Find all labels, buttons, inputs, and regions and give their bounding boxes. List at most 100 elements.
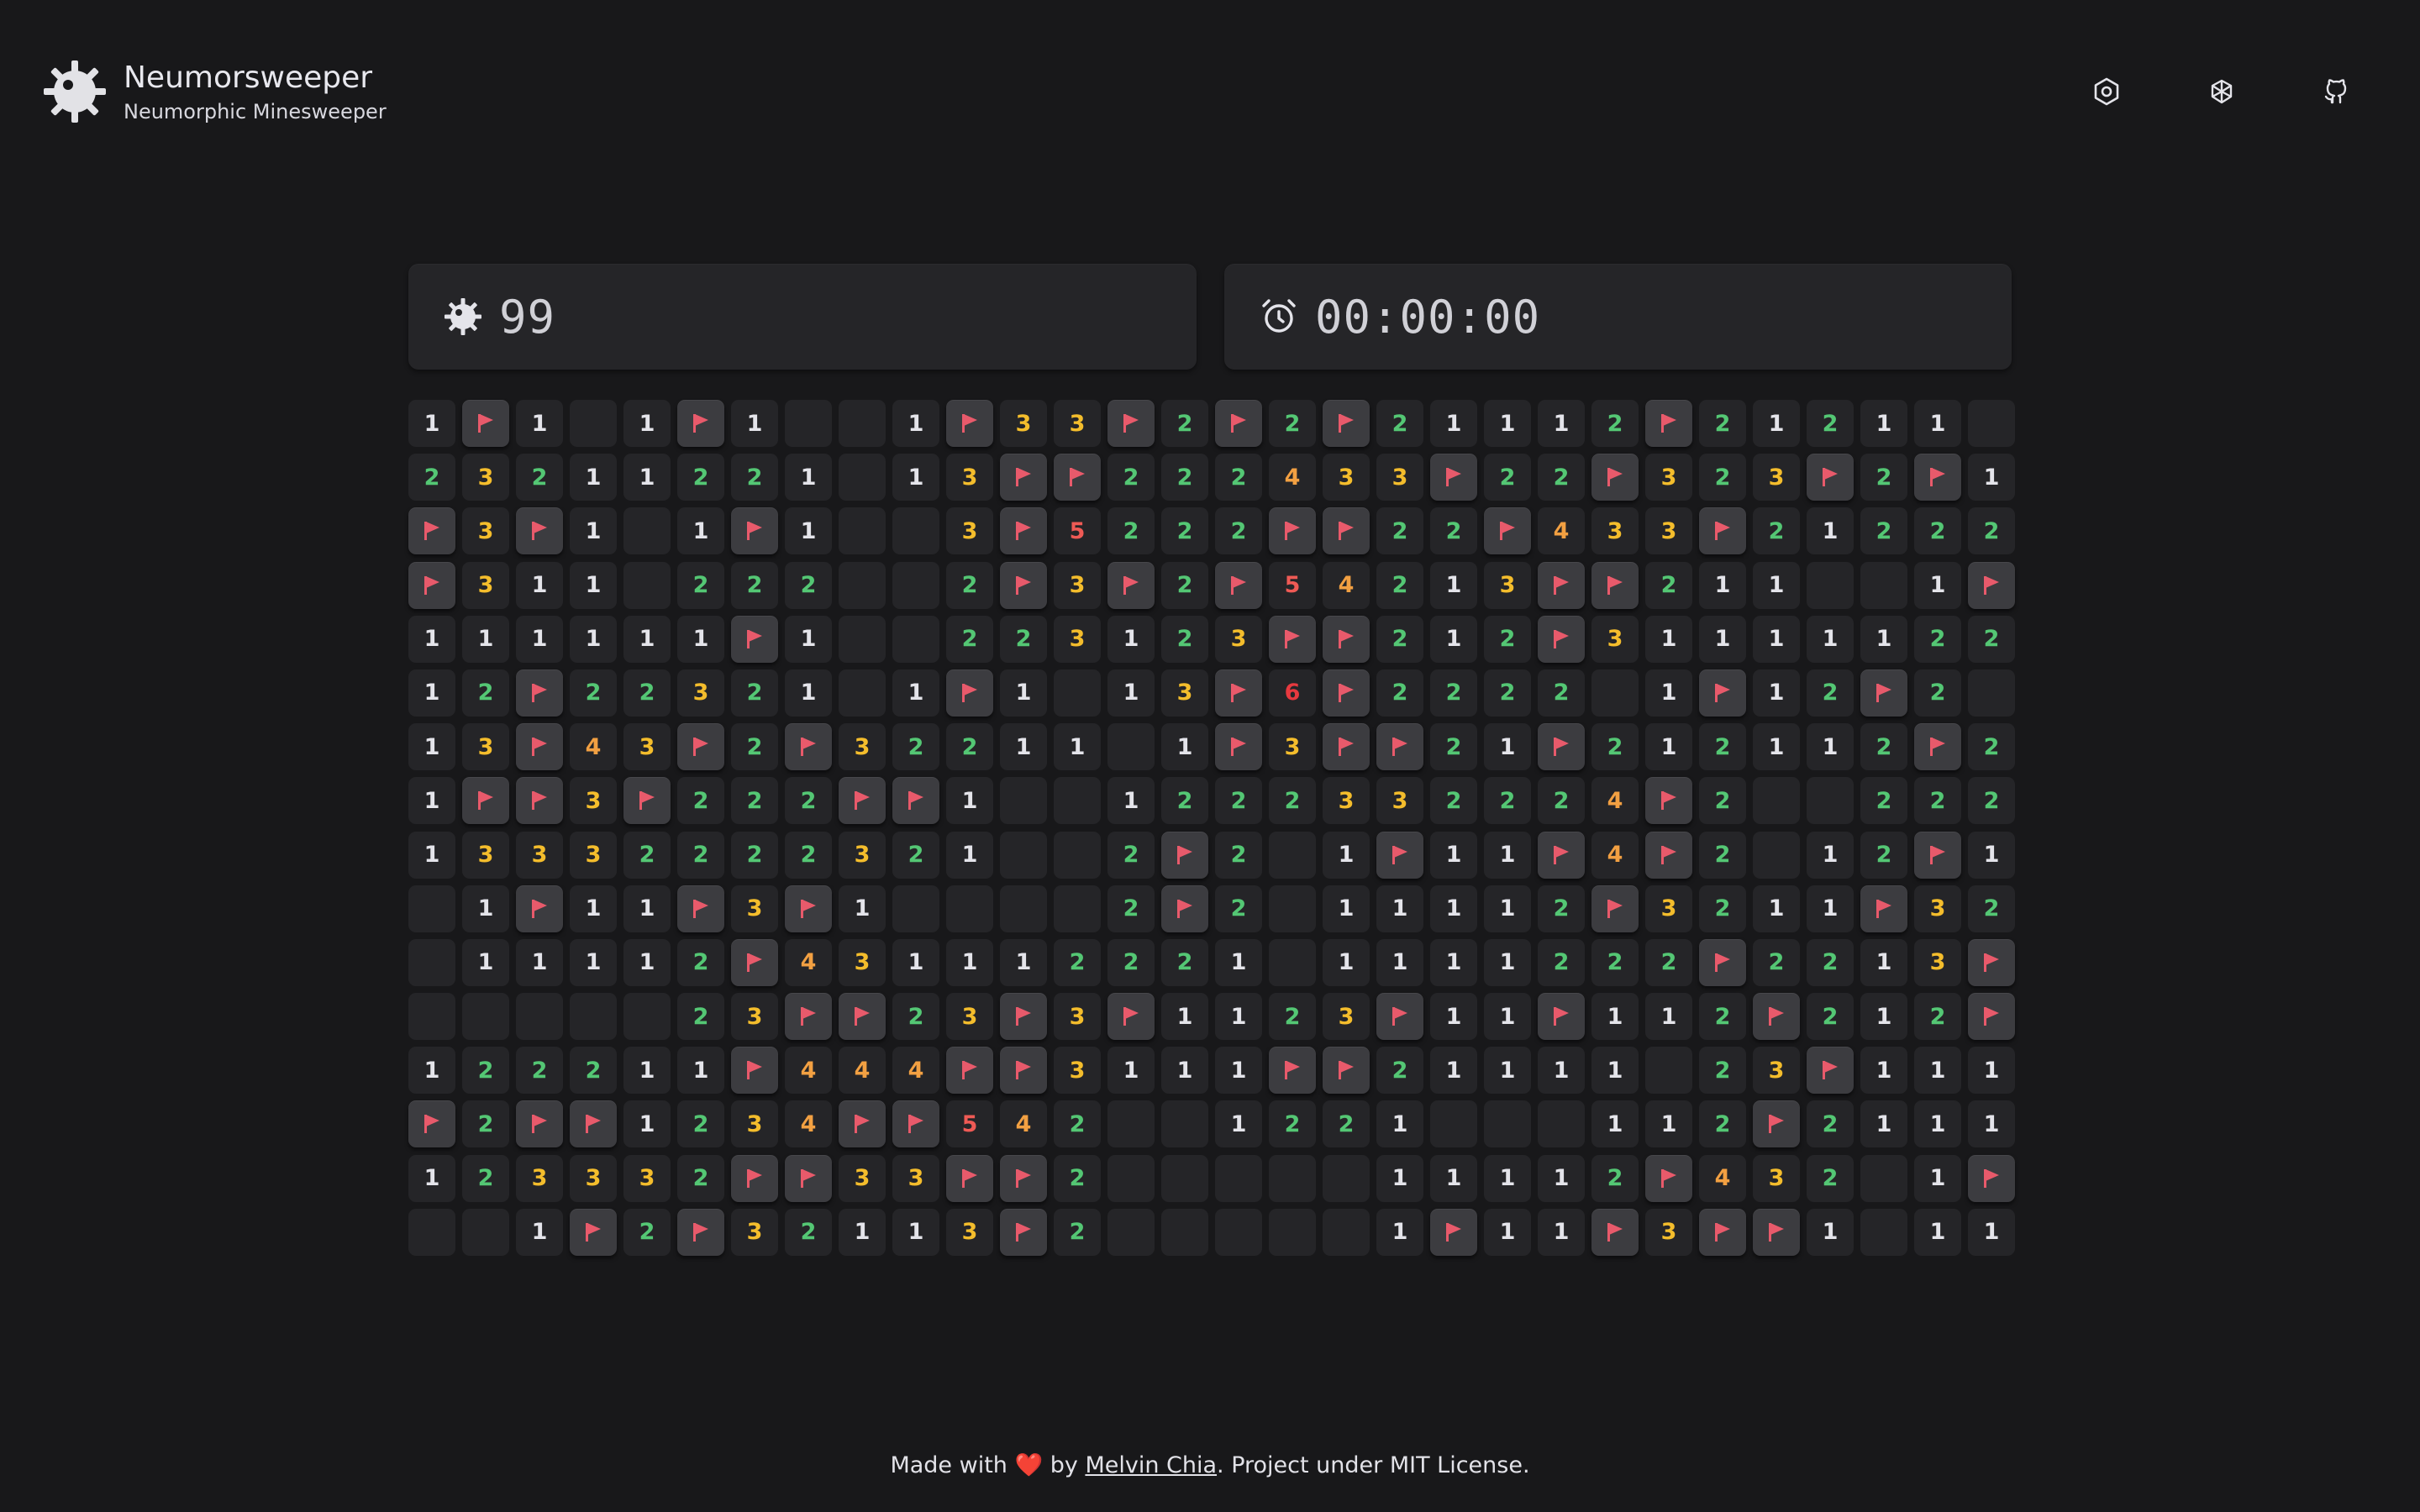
empty-cell[interactable] xyxy=(839,561,886,609)
number-cell[interactable]: 2 xyxy=(1699,1047,1746,1095)
number-cell[interactable]: 2 xyxy=(1699,777,1746,825)
number-cell[interactable]: 4 xyxy=(785,1100,832,1148)
number-cell[interactable]: 2 xyxy=(946,723,993,771)
flagged-cell[interactable] xyxy=(516,723,563,771)
number-cell[interactable]: 2 xyxy=(731,723,778,771)
flagged-cell[interactable] xyxy=(408,507,455,555)
empty-cell[interactable] xyxy=(1968,400,2015,447)
number-cell[interactable]: 1 xyxy=(1968,454,2015,501)
number-cell[interactable]: 2 xyxy=(1591,938,1639,986)
flagged-cell[interactable] xyxy=(1376,993,1423,1041)
number-cell[interactable]: 3 xyxy=(570,831,617,879)
number-cell[interactable]: 1 xyxy=(1430,400,1477,447)
flagged-cell[interactable] xyxy=(570,1100,617,1148)
number-cell[interactable]: 2 xyxy=(1968,885,2015,932)
number-cell[interactable]: 3 xyxy=(731,993,778,1041)
number-cell[interactable]: 1 xyxy=(1968,1047,2015,1095)
number-cell[interactable]: 2 xyxy=(1860,831,1907,879)
number-cell[interactable]: 1 xyxy=(408,1154,455,1202)
number-cell[interactable]: 3 xyxy=(1753,1047,1800,1095)
number-cell[interactable]: 1 xyxy=(677,615,724,663)
flagged-cell[interactable] xyxy=(946,1047,993,1095)
number-cell[interactable]: 2 xyxy=(623,831,671,879)
empty-cell[interactable] xyxy=(1000,831,1047,879)
number-cell[interactable]: 2 xyxy=(677,831,724,879)
number-cell[interactable]: 4 xyxy=(839,1047,886,1095)
number-cell[interactable]: 2 xyxy=(1107,938,1155,986)
empty-cell[interactable] xyxy=(785,400,832,447)
number-cell[interactable]: 1 xyxy=(516,561,563,609)
number-cell[interactable]: 3 xyxy=(462,507,509,555)
number-cell[interactable]: 1 xyxy=(570,615,617,663)
number-cell[interactable]: 1 xyxy=(1645,723,1692,771)
number-cell[interactable]: 1 xyxy=(946,831,993,879)
flagged-cell[interactable] xyxy=(1269,507,1316,555)
number-cell[interactable]: 3 xyxy=(731,1208,778,1256)
flagged-cell[interactable] xyxy=(1000,1208,1047,1256)
number-cell[interactable]: 2 xyxy=(1914,669,1961,717)
number-cell[interactable]: 2 xyxy=(677,1100,724,1148)
empty-cell[interactable] xyxy=(1269,831,1316,879)
number-cell[interactable]: 1 xyxy=(1161,993,1208,1041)
number-cell[interactable]: 2 xyxy=(1054,938,1101,986)
number-cell[interactable]: 1 xyxy=(1484,1047,1531,1095)
flagged-cell[interactable] xyxy=(1376,723,1423,771)
flagged-cell[interactable] xyxy=(1215,669,1262,717)
flagged-cell[interactable] xyxy=(1323,615,1370,663)
number-cell[interactable]: 3 xyxy=(1376,777,1423,825)
number-cell[interactable]: 3 xyxy=(1000,400,1047,447)
number-cell[interactable]: 4 xyxy=(1699,1154,1746,1202)
empty-cell[interactable] xyxy=(1430,1100,1477,1148)
number-cell[interactable]: 4 xyxy=(785,938,832,986)
flagged-cell[interactable] xyxy=(946,669,993,717)
number-cell[interactable]: 1 xyxy=(1430,615,1477,663)
flagged-cell[interactable] xyxy=(1323,400,1370,447)
number-cell[interactable]: 3 xyxy=(946,993,993,1041)
number-cell[interactable]: 1 xyxy=(1753,669,1800,717)
number-cell[interactable]: 2 xyxy=(1161,777,1208,825)
number-cell[interactable]: 1 xyxy=(1645,615,1692,663)
empty-cell[interactable] xyxy=(462,993,509,1041)
number-cell[interactable]: 1 xyxy=(408,723,455,771)
number-cell[interactable]: 1 xyxy=(623,938,671,986)
number-cell[interactable]: 1 xyxy=(1430,1047,1477,1095)
number-cell[interactable]: 1 xyxy=(1161,723,1208,771)
empty-cell[interactable] xyxy=(1107,1154,1155,1202)
number-cell[interactable]: 2 xyxy=(1699,1100,1746,1148)
number-cell[interactable]: 1 xyxy=(785,669,832,717)
flagged-cell[interactable] xyxy=(731,1154,778,1202)
number-cell[interactable]: 1 xyxy=(516,1208,563,1256)
number-cell[interactable]: 5 xyxy=(1269,561,1316,609)
flagged-cell[interactable] xyxy=(1161,885,1208,932)
number-cell[interactable]: 1 xyxy=(623,1047,671,1095)
number-cell[interactable]: 2 xyxy=(731,454,778,501)
number-cell[interactable]: 2 xyxy=(1376,615,1423,663)
number-cell[interactable]: 2 xyxy=(1215,885,1262,932)
number-cell[interactable]: 1 xyxy=(839,1208,886,1256)
number-cell[interactable]: 1 xyxy=(946,777,993,825)
number-cell[interactable]: 1 xyxy=(892,400,939,447)
flagged-cell[interactable] xyxy=(1538,723,1585,771)
flagged-cell[interactable] xyxy=(1376,831,1423,879)
number-cell[interactable]: 4 xyxy=(785,1047,832,1095)
number-cell[interactable]: 6 xyxy=(1269,669,1316,717)
number-cell[interactable]: 2 xyxy=(1753,938,1800,986)
number-cell[interactable]: 1 xyxy=(1860,1047,1907,1095)
number-cell[interactable]: 3 xyxy=(462,454,509,501)
number-cell[interactable]: 1 xyxy=(1484,938,1531,986)
flagged-cell[interactable] xyxy=(1914,831,1961,879)
number-cell[interactable]: 2 xyxy=(1430,507,1477,555)
empty-cell[interactable] xyxy=(1968,669,2015,717)
number-cell[interactable]: 2 xyxy=(1323,1100,1370,1148)
number-cell[interactable]: 4 xyxy=(1323,561,1370,609)
number-cell[interactable]: 3 xyxy=(1054,993,1101,1041)
number-cell[interactable]: 1 xyxy=(839,885,886,932)
flagged-cell[interactable] xyxy=(516,885,563,932)
number-cell[interactable]: 3 xyxy=(1591,615,1639,663)
number-cell[interactable]: 2 xyxy=(570,669,617,717)
number-cell[interactable]: 1 xyxy=(516,938,563,986)
number-cell[interactable]: 1 xyxy=(1968,1208,2015,1256)
flagged-cell[interactable] xyxy=(623,777,671,825)
number-cell[interactable]: 2 xyxy=(785,1208,832,1256)
number-cell[interactable]: 5 xyxy=(946,1100,993,1148)
